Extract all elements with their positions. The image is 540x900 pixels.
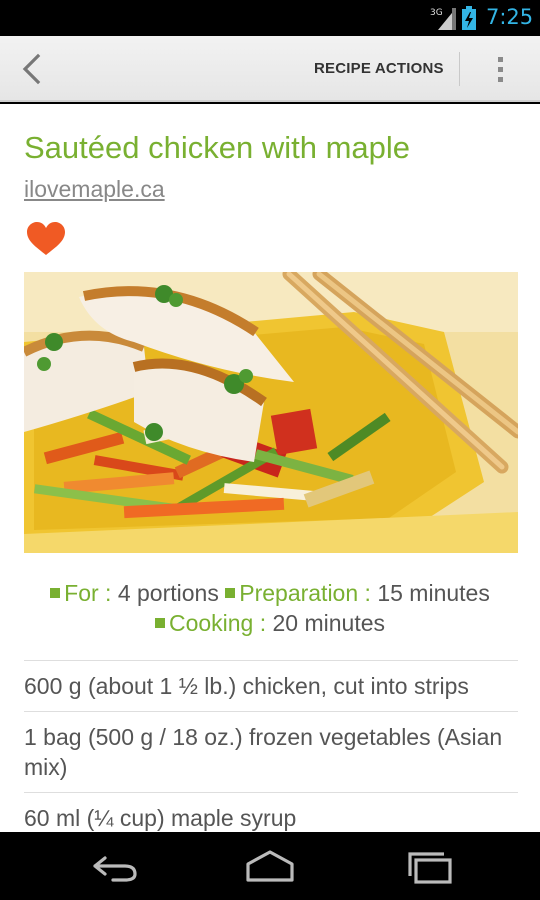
battery-icon xyxy=(462,6,476,30)
nav-recents-icon[interactable] xyxy=(400,846,460,886)
action-bar: RECIPE ACTIONS xyxy=(0,36,540,102)
recipe-content[interactable]: Sautéed chicken with maple ilovemaple.ca xyxy=(0,104,540,832)
action-bar-divider xyxy=(459,52,460,86)
portions-value: 4 portions xyxy=(117,580,219,606)
cooking-value: 20 minutes xyxy=(272,610,386,636)
recipe-meta: For : 4 portions Preparation : 15 minute… xyxy=(0,578,540,638)
ingredient-item: 600 g (about 1 ½ lb.) chicken, cut into … xyxy=(24,660,518,711)
network-type-label: 3G xyxy=(430,8,443,18)
nav-home-icon[interactable] xyxy=(240,846,300,886)
signal-3g-icon: 3G xyxy=(430,8,456,30)
status-bar: 3G 7:25 xyxy=(0,0,540,36)
ingredient-item: 60 ml (¼ cup) maple syrup xyxy=(24,792,518,832)
preparation-label: Preparation : xyxy=(239,580,371,606)
overflow-menu-button[interactable] xyxy=(480,48,520,90)
overflow-dot xyxy=(497,66,503,72)
recipe-title: Sautéed chicken with maple xyxy=(24,130,411,165)
nav-back-icon[interactable] xyxy=(83,846,143,886)
recipe-source-link[interactable]: ilovemaple.ca xyxy=(24,176,165,203)
back-button[interactable] xyxy=(12,48,52,90)
portions-label: For : xyxy=(64,580,112,606)
meta-line-2: Cooking : 20 minutes xyxy=(0,608,540,638)
recipe-photo xyxy=(24,272,518,553)
cooking-label: Cooking : xyxy=(168,610,267,636)
bullet-square-icon xyxy=(225,588,236,598)
navigation-bar xyxy=(0,832,540,900)
preparation-value: 15 minutes xyxy=(377,580,490,606)
ingredient-list: 600 g (about 1 ½ lb.) chicken, cut into … xyxy=(24,660,518,832)
ingredient-item: 1 bag (500 g / 18 oz.) frozen vegetables… xyxy=(24,711,518,792)
bullet-square-icon xyxy=(50,588,61,598)
bullet-square-icon xyxy=(154,618,165,628)
status-clock: 7:25 xyxy=(486,5,534,29)
meta-line-1: For : 4 portions Preparation : 15 minute… xyxy=(0,578,540,608)
recipe-actions-button[interactable]: RECIPE ACTIONS xyxy=(314,36,444,102)
heart-icon[interactable] xyxy=(26,222,66,256)
overflow-dot xyxy=(497,76,503,82)
overflow-dot xyxy=(497,56,503,62)
back-chevron-icon xyxy=(22,53,41,85)
